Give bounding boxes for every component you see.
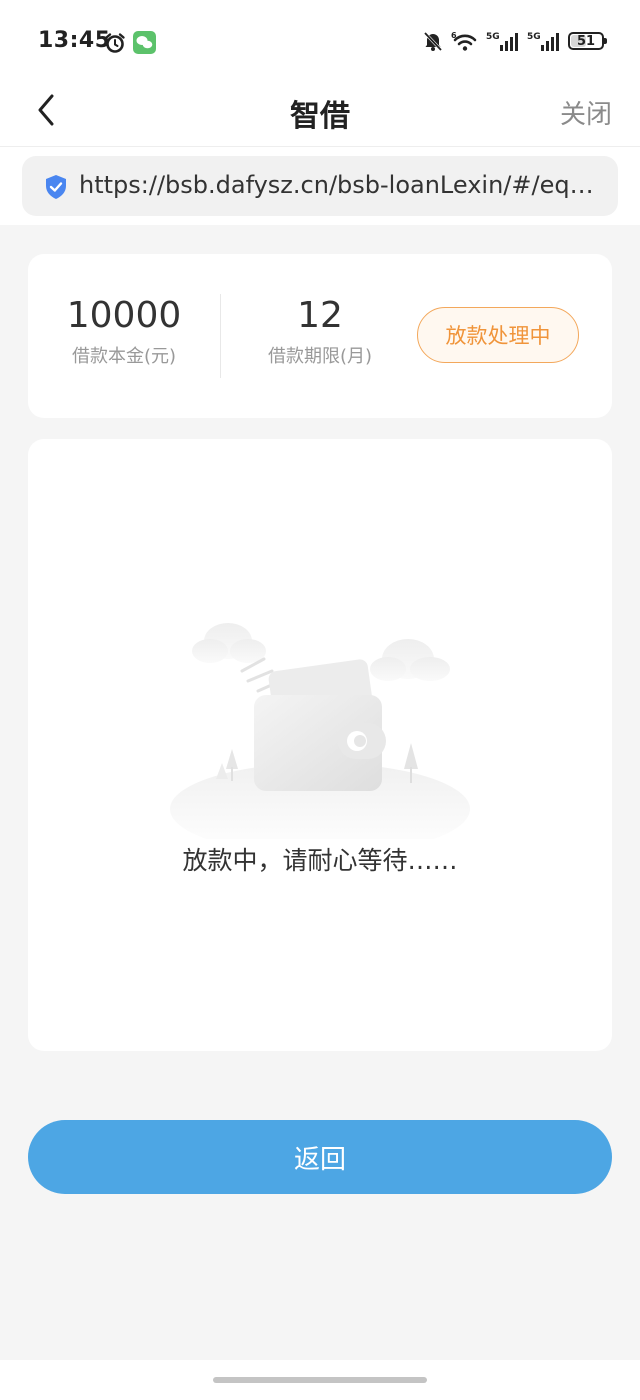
battery-icon: 51	[568, 32, 607, 50]
principal-label: 借款本金(元)	[71, 346, 177, 367]
status-bar: 13:45 6 5G 5G 51	[0, 0, 640, 76]
cloud-right	[370, 639, 450, 681]
wifi-icon: 6	[451, 31, 477, 51]
waiting-message: 放款中，请耐心等待……	[182, 846, 458, 875]
battery-level: 51	[576, 33, 596, 49]
home-indicator[interactable]	[213, 1377, 427, 1383]
cloud-left	[192, 623, 266, 663]
loan-summary-card: 10000 借款本金(元) 12 借款期限(月) 放款处理中	[28, 254, 612, 418]
page-title: 智借	[290, 99, 350, 134]
url-text: https://bsb.dafysz.cn/bsb-loanLexin/#/eq…	[79, 171, 600, 199]
status-right-icons: 6 5G 5G 51	[422, 30, 607, 52]
term-label: 借款期限(月)	[267, 346, 373, 367]
disbursement-card: 放款中，请耐心等待……	[28, 439, 612, 1051]
mute-icon	[423, 31, 443, 52]
shield-check-icon	[46, 175, 66, 199]
url-area: https://bsb.dafysz.cn/bsb-loanLexin/#/eq…	[0, 147, 640, 225]
nav-bar: 智借 关闭	[0, 76, 640, 147]
network-label: 5G	[486, 32, 500, 42]
status-badge: 放款处理中	[417, 307, 579, 363]
home-bar-area	[0, 1360, 640, 1400]
principal-value: 10000	[66, 295, 182, 336]
term-stat: 12 借款期限(月)	[240, 294, 400, 368]
principal-stat: 10000 借款本金(元)	[44, 294, 204, 368]
network-label: 5G	[527, 32, 541, 42]
url-bar[interactable]: https://bsb.dafysz.cn/bsb-loanLexin/#/eq…	[22, 156, 618, 216]
return-button[interactable]: 返回	[28, 1120, 612, 1194]
signal-5g-icon: 5G	[486, 32, 518, 51]
alarm-icon	[105, 33, 125, 53]
term-value: 12	[297, 295, 343, 336]
wallet-illustration	[170, 623, 470, 839]
signal-5g-icon: 5G	[527, 32, 559, 51]
status-time: 13:45	[38, 28, 111, 53]
wechat-icon	[133, 31, 156, 54]
close-button[interactable]: 关闭	[560, 94, 612, 131]
summary-divider	[220, 294, 221, 378]
